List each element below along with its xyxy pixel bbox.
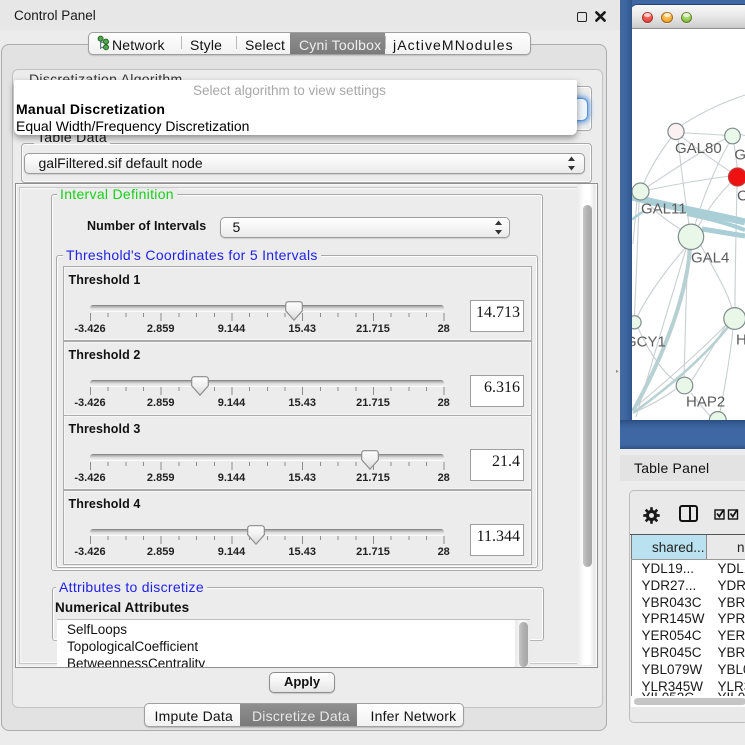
svg-text:GAL11: GAL11 bbox=[641, 200, 687, 217]
svg-text:GCY1: GCY1 bbox=[632, 333, 666, 350]
svg-text:GAL4: GAL4 bbox=[691, 249, 729, 266]
svg-text:GAL80: GAL80 bbox=[675, 140, 722, 157]
svg-text:C: C bbox=[737, 187, 745, 204]
svg-text:GA: GA bbox=[734, 146, 745, 163]
svg-text:HAP2: HAP2 bbox=[686, 393, 725, 410]
svg-text:H: H bbox=[736, 331, 745, 348]
